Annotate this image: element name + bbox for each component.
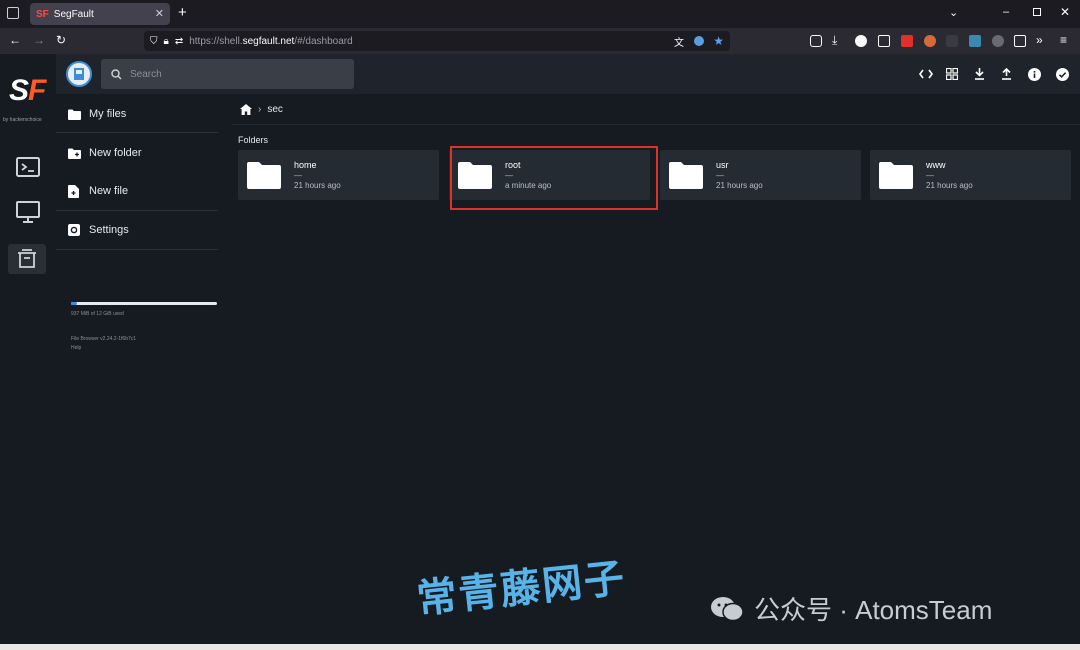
storage-usage-fill: [71, 302, 77, 305]
add-file-icon: [68, 184, 82, 198]
close-tab-icon[interactable]: ✕: [155, 7, 164, 20]
browser-tab-bar: SF SegFault ✕ + ⌄ – ✕: [0, 0, 1080, 28]
shield-icon[interactable]: ⛉: [150, 36, 158, 47]
permissions-icon[interactable]: ⇄: [175, 36, 183, 47]
sidebar-item-label: Settings: [89, 224, 129, 236]
app-header: [56, 54, 1080, 94]
embed-code-icon[interactable]: [917, 65, 935, 83]
folder-size: —: [716, 171, 724, 180]
addon-box-icon[interactable]: [1014, 35, 1026, 47]
search-icon: [111, 68, 122, 80]
home-icon[interactable]: [240, 103, 252, 115]
add-folder-icon: [68, 146, 82, 160]
addon-dark-icon[interactable]: [946, 35, 958, 47]
breadcrumb: › sec: [240, 102, 283, 116]
folder-name: usr: [716, 160, 729, 170]
browser-tab[interactable]: SF SegFault ✕: [30, 3, 170, 25]
segfault-logo: SF: [9, 74, 46, 107]
grid-view-icon[interactable]: [943, 65, 961, 83]
sidebar-item-label: New file: [89, 185, 129, 197]
lock-icon[interactable]: 🔒︎: [164, 36, 169, 47]
translate-icon[interactable]: 文: [674, 34, 684, 49]
search-box[interactable]: [101, 59, 354, 89]
download-icon[interactable]: [970, 65, 988, 83]
sidebar-item-settings[interactable]: Settings: [56, 211, 218, 249]
folder-size: —: [294, 171, 302, 180]
breadcrumb-item-current[interactable]: sec: [267, 104, 283, 115]
folder-modified: 21 hours ago: [294, 181, 341, 190]
folder-icon: [669, 162, 703, 189]
close-window-icon[interactable]: ✕: [1060, 5, 1070, 19]
help-link[interactable]: Help: [71, 345, 81, 351]
divider: [232, 124, 1080, 125]
back-icon[interactable]: ←: [9, 33, 21, 47]
restore-icon[interactable]: [1033, 8, 1041, 16]
folders-heading: Folders: [238, 135, 269, 145]
search-input[interactable]: [130, 68, 330, 80]
folder-item-usr[interactable]: usr — 21 hours ago: [660, 150, 861, 200]
watermark-text: 公众号 · AtomsTeam: [754, 595, 993, 625]
divider: [56, 249, 218, 250]
watermark-account: 公众号 · AtomsTeam: [710, 590, 992, 627]
folder-item-www[interactable]: www — 21 hours ago: [870, 150, 1071, 200]
extensions-icon[interactable]: [878, 35, 890, 47]
bottom-strip: [0, 644, 1080, 650]
folder-name: www: [926, 160, 946, 170]
select-check-icon[interactable]: [1053, 65, 1071, 83]
url-prefix: https://shell.: [189, 35, 243, 47]
segfault-favicon-icon: SF: [36, 8, 49, 20]
sidebar-item-label: New folder: [89, 147, 142, 159]
new-tab-icon[interactable]: +: [178, 4, 187, 21]
url-host: segfault.net: [242, 35, 295, 47]
addon-grey-icon[interactable]: [992, 35, 1004, 47]
desktop-icon[interactable]: [14, 199, 42, 225]
folder-name: home: [294, 160, 317, 170]
filebrowser-logo-icon[interactable]: [66, 61, 92, 87]
account-icon[interactable]: [855, 35, 867, 47]
folder-icon: [879, 162, 913, 189]
divider: [56, 132, 218, 133]
highlight-box: [450, 146, 658, 210]
folder-modified: 21 hours ago: [926, 181, 973, 190]
addon-badge-icon[interactable]: [901, 35, 913, 47]
browser-nav-bar: ← → ↻ ⛉ 🔒︎ ⇄ https://shell. segfault.net /…: [0, 28, 1080, 54]
logo-subtitle: by hackerschoice: [3, 117, 42, 123]
url-path: /#/dashboard: [294, 35, 353, 47]
storage-usage-bar: [71, 302, 217, 305]
folder-size: —: [926, 171, 934, 180]
file-storage-icon[interactable]: [8, 244, 46, 274]
sidebar-item-new-file[interactable]: New file: [56, 172, 218, 210]
chevron-right-icon: ›: [258, 103, 262, 115]
sidebar-item-new-folder[interactable]: New folder: [56, 134, 218, 172]
terminal-icon[interactable]: [14, 154, 42, 180]
bookmark-star-icon[interactable]: ★: [713, 34, 724, 48]
list-all-tabs-icon[interactable]: ⌄: [949, 6, 958, 19]
version-text: File Browser v2.24.2-1f6b7c1: [71, 336, 137, 342]
gear-icon: [68, 223, 82, 237]
reload-icon[interactable]: ↻: [56, 33, 66, 47]
addon-blue-icon[interactable]: [969, 35, 981, 47]
folder-modified: 21 hours ago: [716, 181, 763, 190]
folder-item-home[interactable]: home — 21 hours ago: [238, 150, 439, 200]
tab-list-icon[interactable]: [7, 7, 19, 19]
extension-globe-icon[interactable]: [694, 36, 704, 46]
sidebar-item-label: My files: [89, 108, 127, 120]
left-rail: SF by hackerschoice: [0, 54, 56, 644]
storage-usage-text: 937 MiB of 12 GiB used: [71, 311, 124, 317]
addon-fox-icon[interactable]: [924, 35, 936, 47]
info-icon[interactable]: [1025, 65, 1043, 83]
forward-icon[interactable]: →: [33, 33, 45, 47]
folder-icon: [68, 107, 82, 121]
sidebar-item-my-files[interactable]: My files: [56, 95, 218, 133]
overflow-chevron-icon[interactable]: »: [1036, 33, 1043, 47]
minimize-icon[interactable]: –: [1003, 6, 1009, 18]
downloads-icon[interactable]: ⤓: [832, 33, 837, 48]
upload-icon[interactable]: [997, 65, 1015, 83]
tab-title: SegFault: [53, 8, 94, 20]
url-bar[interactable]: ⛉ 🔒︎ ⇄ https://shell. segfault.net/#/dash…: [144, 31, 730, 51]
folder-icon: [247, 162, 281, 189]
pocket-icon[interactable]: [810, 35, 822, 47]
wechat-icon: [711, 596, 744, 621]
menu-icon[interactable]: ≡: [1060, 33, 1067, 47]
